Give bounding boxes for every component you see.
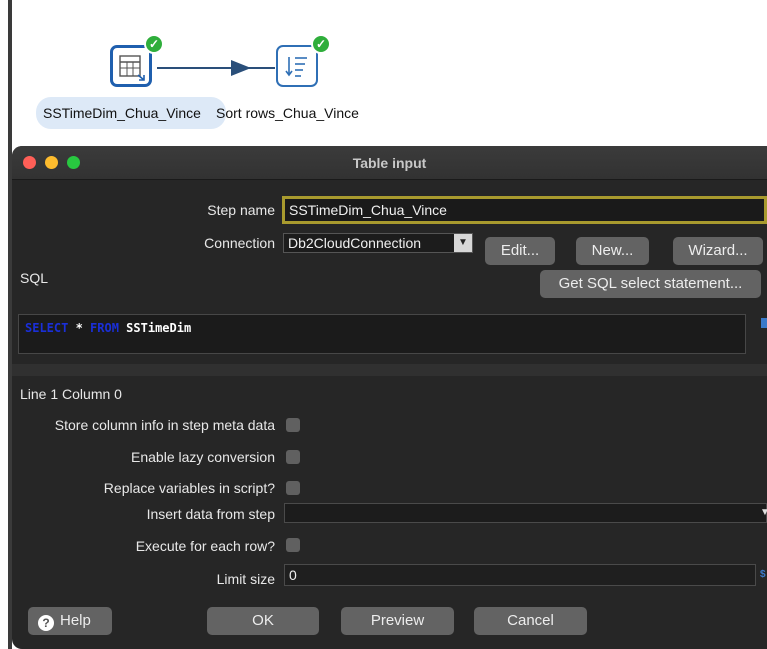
sql-horizontal-scrollbar[interactable] (12, 364, 767, 376)
sort-rows-step-icon[interactable] (276, 45, 318, 87)
preview-button[interactable]: Preview (341, 607, 454, 635)
store-column-info-checkbox[interactable] (286, 418, 300, 432)
lazy-conversion-checkbox[interactable] (286, 450, 300, 464)
sql-table-name: SSTimeDim (118, 321, 192, 335)
step2-label[interactable]: Sort rows_Chua_Vince (216, 97, 386, 129)
help-button[interactable]: ? Help (28, 607, 112, 635)
dialog-titlebar[interactable]: Table input (12, 146, 767, 180)
limit-size-label: Limit size (216, 571, 275, 587)
step2-status-check-icon: ✓ (311, 34, 331, 54)
help-question-icon: ? (38, 615, 54, 631)
limit-size-input[interactable]: 0 (284, 564, 756, 586)
insert-data-dropdown-arrow-icon[interactable]: ▼ (760, 504, 767, 522)
connection-select[interactable]: Db2CloudConnection (283, 233, 473, 253)
replace-variables-checkbox[interactable] (286, 481, 300, 495)
sql-editor[interactable]: SELECT * FROM SSTimeDim (18, 314, 746, 354)
execute-each-row-checkbox[interactable] (286, 538, 300, 552)
store-column-info-label: Store column info in step meta data (54, 417, 275, 433)
hop-line[interactable] (157, 67, 275, 69)
cursor-position-label: Line 1 Column 0 (20, 386, 122, 402)
lazy-conversion-label: Enable lazy conversion (131, 449, 275, 465)
step1-label[interactable]: SSTimeDim_Chua_Vince (36, 97, 226, 129)
connection-wizard-button[interactable]: Wizard... (673, 237, 763, 265)
replace-variables-label: Replace variables in script? (103, 480, 275, 496)
dialog-title: Table input (352, 155, 427, 171)
help-label: Help (60, 612, 91, 629)
insert-data-from-step-select[interactable] (284, 503, 767, 523)
ok-button[interactable]: OK (207, 607, 319, 635)
step-name-input[interactable]: SSTimeDim_Chua_Vince (282, 196, 767, 224)
edit-connection-button[interactable]: Edit... (485, 237, 555, 265)
sql-star: * (68, 321, 91, 335)
insert-data-from-step-label: Insert data from step (146, 506, 275, 522)
sql-keyword-from: FROM (90, 321, 119, 335)
sql-label: SQL (20, 270, 49, 286)
new-connection-button[interactable]: New... (576, 237, 649, 265)
sql-scrollbar[interactable] (761, 318, 767, 328)
transformation-canvas[interactable]: ✓ ✓ SSTimeDim_Chua_Vince Sort rows_Chua_… (0, 0, 767, 146)
execute-each-row-label: Execute for each row? (135, 538, 275, 554)
variable-dollar-icon[interactable]: $ (760, 567, 767, 583)
sql-keyword-select: SELECT (25, 321, 69, 335)
connection-label: Connection (204, 235, 275, 251)
get-sql-select-button[interactable]: Get SQL select statement... (540, 270, 761, 298)
connection-dropdown-arrow-icon[interactable]: ▼ (454, 234, 472, 252)
step1-status-check-icon: ✓ (144, 34, 164, 54)
table-input-step-icon[interactable] (110, 45, 152, 87)
cancel-button[interactable]: Cancel (474, 607, 587, 635)
hop-arrow-icon (231, 60, 251, 76)
step-name-label: Step name (207, 202, 275, 218)
table-input-dialog: Table input Step name SSTimeDim_Chua_Vin… (12, 146, 767, 649)
